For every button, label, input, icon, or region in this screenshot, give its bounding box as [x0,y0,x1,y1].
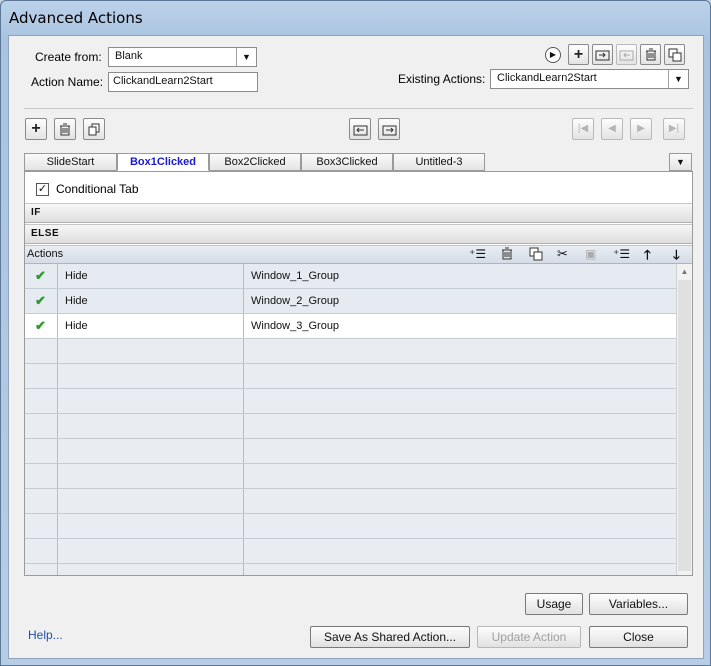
tab-box3clicked[interactable]: Box3Clicked [301,153,393,171]
tab-untitled-3[interactable]: Untitled-3 [393,153,485,171]
action-cell[interactable]: Hide [58,264,244,288]
empty-row[interactable] [25,464,676,489]
action-cell[interactable]: Hide [58,314,244,338]
chevron-down-icon: ▼ [668,70,688,88]
previous-decision-icon[interactable]: ◀ [601,118,623,140]
last-decision-icon[interactable]: ▶| [663,118,685,140]
insert-below-icon[interactable]: ⁺☰ [613,247,630,261]
target-cell[interactable]: Window_3_Group [244,314,676,338]
empty-row[interactable] [25,414,676,439]
trash-icon[interactable] [501,247,513,263]
action-cell[interactable]: Hide [58,289,244,313]
add-action-icon[interactable]: + [568,44,589,65]
advanced-actions-window: Advanced Actions Create from: Blank ▼ Ac… [0,0,711,666]
empty-row[interactable] [25,364,676,389]
actions-header: Actions ⁺☰ ✂ ▣ ⁺☰ 🡑 🡓 [25,245,692,264]
if-section-header[interactable]: IF [25,203,692,223]
play-icon[interactable]: ▶ [545,47,561,63]
create-from-value: Blank [115,50,143,62]
create-from-dropdown[interactable]: Blank ▼ [108,47,257,67]
paste-icon[interactable]: ▣ [585,247,596,261]
cut-icon[interactable]: ✂ [557,246,568,262]
action-name-input[interactable]: ClickandLearn2Start [108,72,258,92]
usage-button[interactable]: Usage [525,593,583,615]
move-decision-right-icon[interactable] [378,118,400,140]
existing-actions-dropdown[interactable]: ClickandLearn2Start ▼ [490,69,689,89]
dialog-client-area: Create from: Blank ▼ Action Name: Clicka… [8,35,704,659]
scroll-up-icon[interactable]: ▲ [678,265,691,278]
chevron-down-icon: ▼ [236,48,256,66]
tab-box2clicked[interactable]: Box2Clicked [209,153,301,171]
checkmark-icon: ✔ [25,314,58,338]
checkmark-icon: ✔ [25,289,58,313]
duplicate-action-icon[interactable] [664,44,685,65]
table-row[interactable]: ✔ Hide Window_3_Group [25,314,676,339]
actions-scrollbar[interactable]: ▲ [676,264,692,575]
delete-action-icon[interactable] [640,44,661,65]
empty-row[interactable] [25,439,676,464]
move-decision-left-icon[interactable] [349,118,371,140]
empty-row[interactable] [25,514,676,539]
copy-icon[interactable] [529,247,543,264]
decision-panel: ✓ Conditional Tab IF ELSE Actions ⁺☰ ✂ ▣… [24,171,693,576]
action-name-label: Action Name: [31,75,104,89]
help-link[interactable]: Help... [28,628,63,642]
existing-actions-value: ClickandLearn2Start [497,72,597,84]
actions-label: Actions [27,248,64,260]
tab-box1clicked[interactable]: Box1Clicked [117,153,209,171]
else-section-header[interactable]: ELSE [25,224,692,244]
insert-action-icon[interactable]: ⁺☰ [469,247,486,261]
create-from-label: Create from: [35,50,102,64]
update-action-button[interactable]: Update Action [477,626,581,648]
tab-slidestart[interactable]: SlideStart [24,153,117,171]
duplicate-decision-icon[interactable] [83,118,105,140]
import-action-icon[interactable] [592,44,613,65]
empty-row[interactable] [25,564,676,575]
table-row[interactable]: ✔ Hide Window_1_Group [25,264,676,289]
trash-icon[interactable] [54,118,76,140]
export-action-icon[interactable] [616,44,637,65]
empty-row[interactable] [25,539,676,564]
divider [24,108,693,109]
target-cell[interactable]: Window_2_Group [244,289,676,313]
tabs-overflow-chevron-icon[interactable]: ▼ [669,153,692,171]
actions-grid: ✔ Hide Window_1_Group ✔ Hide Window_2_Gr… [25,264,676,575]
first-decision-icon[interactable]: |◀ [572,118,594,140]
conditional-tab-label: Conditional Tab [56,182,139,196]
variables-button[interactable]: Variables... [589,593,688,615]
add-decision-icon[interactable]: + [25,118,47,140]
empty-row[interactable] [25,489,676,514]
checkmark-icon: ✔ [25,264,58,288]
save-as-shared-action-button[interactable]: Save As Shared Action... [310,626,470,648]
scrollbar-track[interactable] [678,280,691,571]
conditional-tab-checkbox[interactable]: ✓ [36,183,49,196]
close-button[interactable]: Close [589,626,688,648]
target-cell[interactable]: Window_1_Group [244,264,676,288]
empty-row[interactable] [25,339,676,364]
next-decision-icon[interactable]: ▶ [630,118,652,140]
window-title: Advanced Actions [9,9,143,27]
table-row[interactable]: ✔ Hide Window_2_Group [25,289,676,314]
existing-actions-label: Existing Actions: [398,72,486,86]
empty-row[interactable] [25,389,676,414]
